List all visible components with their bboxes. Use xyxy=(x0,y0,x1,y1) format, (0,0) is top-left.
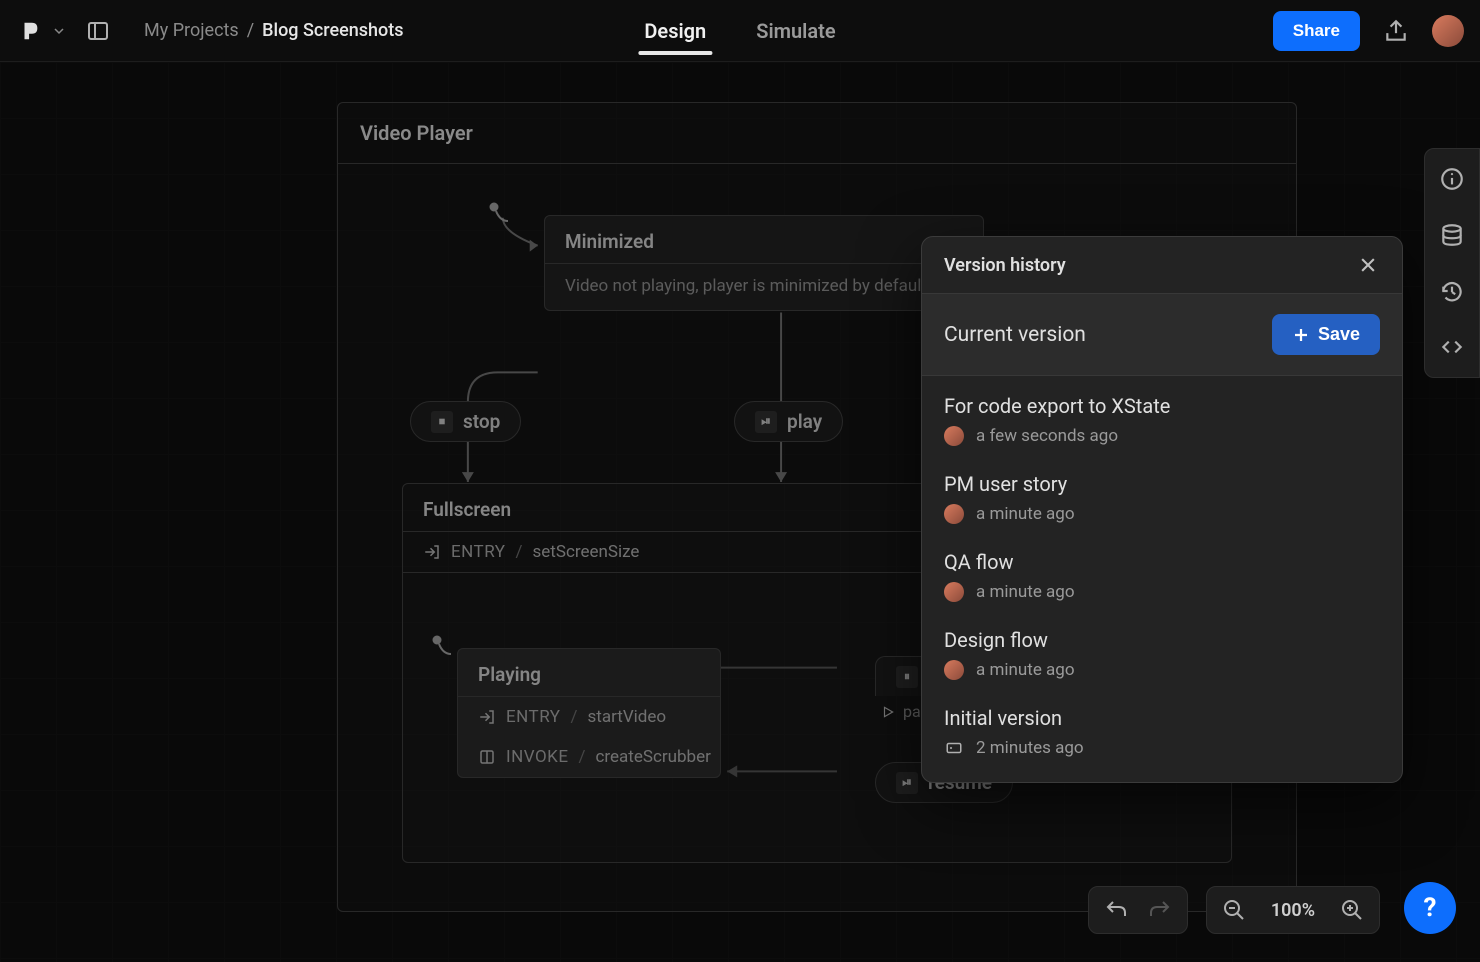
state-playing-invoke[interactable]: INVOKE / createScrubber xyxy=(458,737,720,777)
save-button[interactable]: Save xyxy=(1272,314,1380,355)
state-minimized-title[interactable]: Minimized xyxy=(545,216,983,263)
avatar-icon xyxy=(944,582,964,602)
transition-stop-label: stop xyxy=(463,410,500,433)
invoke-icon xyxy=(478,748,496,766)
entry-icon xyxy=(478,708,496,726)
version-item[interactable]: PM user story a minute ago xyxy=(944,472,1380,524)
breadcrumb-current[interactable]: Blog Screenshots xyxy=(262,20,403,41)
machine-title[interactable]: Video Player xyxy=(338,103,1296,164)
version-list: For code export to XState a few seconds … xyxy=(922,376,1402,782)
zoom-level[interactable]: 100% xyxy=(1265,900,1321,921)
transition-play-label: play xyxy=(787,410,822,433)
action-icon xyxy=(881,705,895,719)
stop-icon: ⏹ xyxy=(431,411,453,433)
mode-tabs: Design Simulate xyxy=(644,0,835,62)
transition-stop[interactable]: ⏹ stop xyxy=(410,401,521,442)
zoom-controls: 100% xyxy=(1206,886,1380,934)
state-playing-title[interactable]: Playing xyxy=(458,649,720,696)
canvas[interactable]: Video Player Minimized Video not playi xyxy=(0,62,1480,962)
version-item[interactable]: For code export to XState a few seconds … xyxy=(944,394,1380,446)
entry-icon xyxy=(423,543,441,561)
history-icon[interactable] xyxy=(1438,277,1466,305)
code-icon[interactable] xyxy=(1438,333,1466,361)
zoom-in-button[interactable] xyxy=(1339,897,1365,923)
redo-button[interactable] xyxy=(1147,897,1173,923)
version-history-panel: Version history Current version Save For… xyxy=(921,236,1403,783)
breadcrumb-parent[interactable]: My Projects xyxy=(144,20,239,41)
initial-marker-icon xyxy=(431,634,455,658)
breadcrumb-separator: / xyxy=(247,20,254,41)
database-icon[interactable] xyxy=(1438,221,1466,249)
chevron-down-icon[interactable] xyxy=(54,26,64,36)
version-current-label: Current version xyxy=(944,323,1086,347)
tab-simulate[interactable]: Simulate xyxy=(756,1,835,61)
top-bar: My Projects / Blog Screenshots Design Si… xyxy=(0,0,1480,62)
user-avatar[interactable] xyxy=(1432,15,1464,47)
state-playing-entry[interactable]: ENTRY / startVideo xyxy=(458,697,720,737)
export-icon[interactable] xyxy=(1382,17,1410,45)
avatar-icon xyxy=(944,660,964,680)
transition-play[interactable]: ⏯ play xyxy=(734,401,843,442)
bottom-controls: 100% xyxy=(1088,886,1380,934)
avatar-icon xyxy=(944,504,964,524)
state-playing[interactable]: Playing ENTRY / startVideo INVOKE / crea… xyxy=(457,648,721,778)
version-current-row[interactable]: Current version Save xyxy=(922,294,1402,376)
version-history-title: Version history xyxy=(944,255,1066,276)
history-controls xyxy=(1088,886,1188,934)
resume-icon: ⏯ xyxy=(896,772,918,794)
app-logo[interactable] xyxy=(16,17,44,45)
avatar-icon xyxy=(944,426,964,446)
help-button[interactable]: ? xyxy=(1404,882,1456,934)
share-button[interactable]: Share xyxy=(1273,11,1360,51)
system-icon xyxy=(944,738,964,758)
state-minimized[interactable]: Minimized Video not playing, player is m… xyxy=(544,215,984,311)
state-minimized-description[interactable]: Video not playing, player is minimized b… xyxy=(545,264,983,310)
version-item[interactable]: QA flow a minute ago xyxy=(944,550,1380,602)
info-icon[interactable] xyxy=(1438,165,1466,193)
plus-icon xyxy=(1292,326,1310,344)
breadcrumb: My Projects / Blog Screenshots xyxy=(144,20,404,41)
initial-marker-icon xyxy=(488,201,512,225)
tab-design[interactable]: Design xyxy=(644,1,706,61)
close-icon[interactable] xyxy=(1356,253,1380,277)
version-item[interactable]: Initial version 2 minutes ago xyxy=(944,706,1380,758)
version-item[interactable]: Design flow a minute ago xyxy=(944,628,1380,680)
zoom-out-button[interactable] xyxy=(1221,897,1247,923)
panel-toggle-icon[interactable] xyxy=(84,17,112,45)
play-icon: ⏯ xyxy=(755,411,777,433)
undo-button[interactable] xyxy=(1103,897,1129,923)
right-rail xyxy=(1424,148,1480,378)
pause-icon: ⏸ xyxy=(896,666,918,688)
